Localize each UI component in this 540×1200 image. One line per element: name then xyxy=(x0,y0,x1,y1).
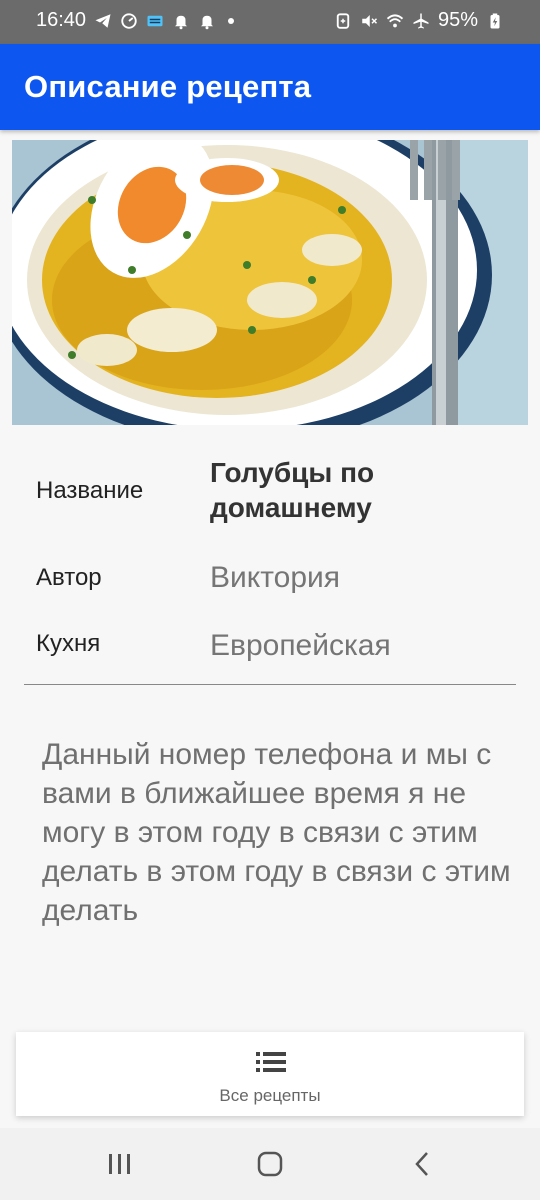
recipe-cuisine-label: Кухня xyxy=(36,630,101,657)
battery-saver-icon xyxy=(334,12,352,30)
speedometer-icon xyxy=(120,12,138,30)
status-time: 16:40 xyxy=(36,9,87,31)
home-icon xyxy=(257,1151,283,1177)
status-right: 95% xyxy=(334,9,504,32)
telegram-icon xyxy=(94,12,112,30)
mute-icon xyxy=(360,12,378,30)
recipe-cuisine-value: Европейская xyxy=(210,629,391,662)
wifi-icon xyxy=(386,12,404,30)
system-nav-bar xyxy=(0,1128,540,1200)
status-left: 16:40 xyxy=(36,9,235,32)
notification-icon xyxy=(172,12,190,30)
status-bar: 16:40 95% xyxy=(0,0,540,44)
more-notifications-dot xyxy=(228,17,235,24)
home-button[interactable] xyxy=(250,1148,290,1180)
recipe-name-label: Название xyxy=(36,477,144,504)
notification-icon xyxy=(198,12,216,30)
recipe-author-value: Виктория xyxy=(210,561,341,594)
list-icon xyxy=(256,1052,286,1072)
recipe-image xyxy=(12,140,528,425)
keyboard-icon xyxy=(146,12,164,30)
bottom-nav-label: Все рецепты xyxy=(219,1086,321,1105)
recent-apps-icon xyxy=(109,1154,130,1174)
recipe-author-label: Автор xyxy=(36,564,102,591)
recipe-name-value: Голубцы по домашнему xyxy=(210,457,375,523)
page-title: Описание рецепта xyxy=(24,69,312,104)
food-photo-icon xyxy=(12,140,528,425)
recipe-description: Данный номер телефона и мы с вами в ближ… xyxy=(42,738,511,927)
battery-icon xyxy=(486,12,504,30)
battery-percent: 95% xyxy=(437,9,478,31)
bottom-nav-all-recipes[interactable]: Все рецепты xyxy=(16,1032,524,1116)
recent-apps-button[interactable] xyxy=(100,1148,140,1180)
back-icon xyxy=(415,1152,428,1176)
airplane-icon xyxy=(412,12,430,30)
back-button[interactable] xyxy=(402,1148,442,1180)
divider xyxy=(24,684,516,685)
app-bar: Описание рецепта xyxy=(0,44,540,130)
